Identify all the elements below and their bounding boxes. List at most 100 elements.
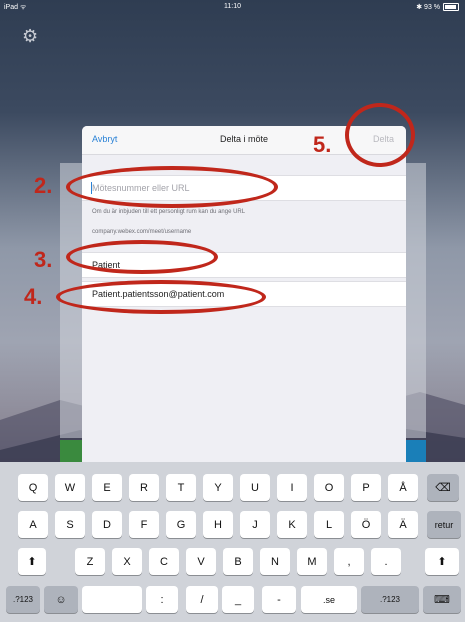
battery-area: ✱ 93 % (416, 3, 459, 11)
background-blue-button (406, 440, 426, 462)
backspace-icon: ⌫ (435, 482, 451, 494)
status-bar: iPad ᯤ 11:10 ✱ 93 % (0, 0, 465, 14)
shift-key-left[interactable]: ⬆ (18, 548, 46, 575)
key-label: J (252, 518, 258, 531)
key-label: Q (28, 481, 38, 494)
annotation-label-4: 4. (24, 284, 43, 309)
key-2[interactable]: E (92, 474, 122, 501)
key-label: D (103, 518, 111, 531)
key-5[interactable]: H (203, 511, 233, 538)
key-0[interactable]: Q (18, 474, 48, 501)
key-4[interactable]: B (223, 548, 253, 575)
key-label: W (64, 481, 76, 494)
numbers-label: .?123 (12, 595, 34, 604)
key-label: N (271, 555, 279, 568)
url-example-hint: company.webex.com/meet/username (92, 229, 192, 235)
key-6[interactable]: M (297, 548, 327, 575)
se-label: .se (322, 594, 335, 605)
keyboard: Q W E R T Y U I O P Å ⌫ A S D F G H J K L Ö Ä retur ⬆ Z X C V B N… (0, 462, 465, 622)
key-label: R (140, 481, 148, 494)
key-5[interactable]: Y (203, 474, 233, 501)
key-7[interactable]: I (277, 474, 307, 501)
background-green-button (60, 440, 82, 462)
symbol-key-3[interactable]: - (262, 586, 296, 613)
key-8[interactable]: . (371, 548, 401, 575)
symbol-key-2[interactable]: _ (222, 586, 254, 613)
symbol-label: _ (234, 593, 242, 606)
symbol-label: - (277, 593, 281, 606)
key-2[interactable]: D (92, 511, 122, 538)
key-1[interactable]: S (55, 511, 85, 538)
key-4[interactable]: T (166, 474, 196, 501)
emoji-key[interactable]: ☺ (44, 586, 78, 613)
key-9[interactable]: P (351, 474, 381, 501)
hide-keyboard-key[interactable]: ⌨ (423, 586, 461, 613)
symbol-key-1[interactable]: / (186, 586, 218, 613)
battery-icon (443, 3, 459, 11)
key-10[interactable]: Ä (388, 511, 418, 538)
key-label: Y (214, 481, 222, 494)
key-0[interactable]: A (18, 511, 48, 538)
key-label: E (103, 481, 111, 494)
key-label: B (234, 555, 242, 568)
key-7[interactable]: K (277, 511, 307, 538)
key-label: . (384, 555, 388, 568)
key-label: I (290, 481, 294, 494)
key-1[interactable]: W (55, 474, 85, 501)
key-6[interactable]: J (240, 511, 270, 538)
annotation-ring-meeting (66, 166, 278, 208)
return-key[interactable]: retur (427, 511, 461, 538)
key-label: K (288, 518, 296, 531)
space-key[interactable] (82, 586, 142, 613)
return-label: retur (434, 519, 454, 530)
key-label: O (324, 481, 334, 494)
key-7[interactable]: , (334, 548, 364, 575)
key-label: U (251, 481, 259, 494)
key-label: Ä (399, 518, 407, 531)
key-9[interactable]: Ö (351, 511, 381, 538)
key-1[interactable]: X (112, 548, 142, 575)
key-8[interactable]: O (314, 474, 344, 501)
key-2[interactable]: C (149, 548, 179, 575)
key-5[interactable]: N (260, 548, 290, 575)
backspace-key[interactable]: ⌫ (427, 474, 459, 501)
symbol-key-0[interactable]: : (146, 586, 178, 613)
numbers-label-right: .?123 (379, 595, 401, 604)
key-label: S (66, 518, 74, 531)
key-3[interactable]: F (129, 511, 159, 538)
key-0[interactable]: Z (75, 548, 105, 575)
battery-percent: ✱ 93 % (416, 4, 440, 11)
key-8[interactable]: L (314, 511, 344, 538)
key-label: Ö (361, 518, 371, 531)
shift-key-right[interactable]: ⬆ (425, 548, 459, 575)
numbers-key-left[interactable]: .?123 (6, 586, 40, 613)
key-3[interactable]: R (129, 474, 159, 501)
key-label: H (214, 518, 222, 531)
annotation-ring-join (345, 103, 415, 167)
background-panel-right (406, 163, 426, 438)
key-3[interactable]: V (186, 548, 216, 575)
key-label: F (140, 518, 148, 531)
key-label: X (123, 555, 131, 568)
key-label: T (177, 481, 185, 494)
key-4[interactable]: G (166, 511, 196, 538)
shift-icon: ⬆ (437, 556, 447, 568)
key-6[interactable]: U (240, 474, 270, 501)
personal-room-hint: Om du är inbjuden till ett personligt ru… (92, 209, 246, 215)
se-key[interactable]: .se (301, 586, 357, 613)
key-label: G (176, 518, 186, 531)
gear-icon[interactable]: ⚙ (22, 27, 38, 45)
annotation-label-3: 3. (34, 247, 53, 272)
key-label: C (160, 555, 168, 568)
hide-keyboard-icon: ⌨ (434, 594, 450, 606)
clock: 11:10 (224, 3, 241, 10)
key-10[interactable]: Å (388, 474, 418, 501)
key-label: M (307, 555, 317, 568)
key-label: Z (86, 555, 94, 568)
key-label: , (347, 555, 351, 568)
annotation-label-2: 2. (34, 173, 53, 198)
annotation-ring-email (56, 280, 266, 314)
shift-icon: ⬆ (27, 556, 37, 568)
key-label: A (29, 518, 37, 531)
numbers-key-right[interactable]: .?123 (361, 586, 419, 613)
